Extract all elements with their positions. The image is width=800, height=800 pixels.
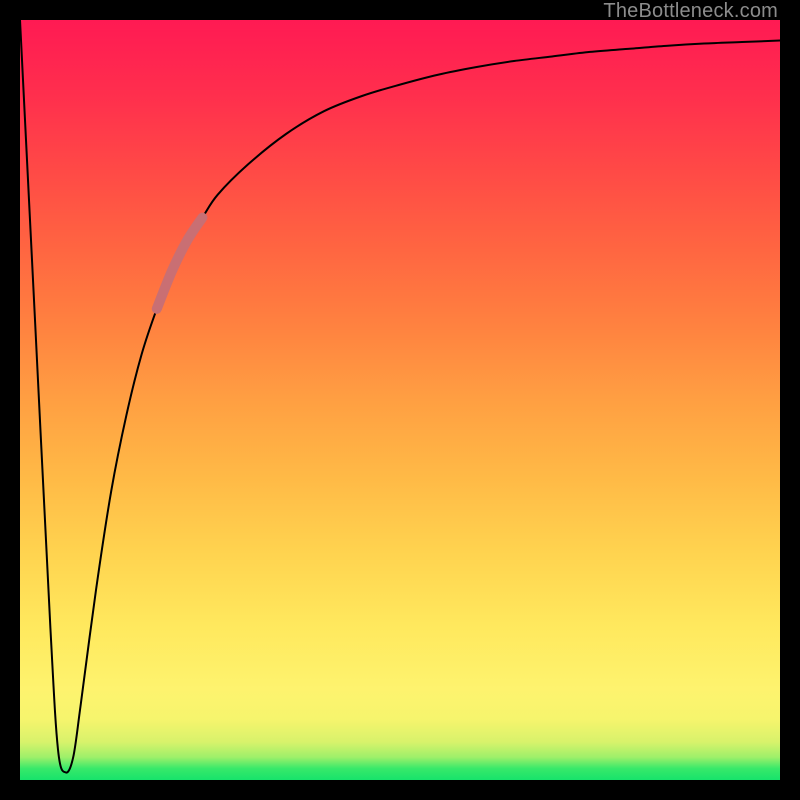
curve-highlight-segment [157, 218, 203, 309]
watermark-text: TheBottleneck.com [603, 0, 778, 23]
plot-area [20, 20, 780, 780]
chart-stage: TheBottleneck.com [0, 0, 800, 800]
bottleneck-curve [20, 20, 780, 773]
curve-layer [20, 20, 780, 780]
